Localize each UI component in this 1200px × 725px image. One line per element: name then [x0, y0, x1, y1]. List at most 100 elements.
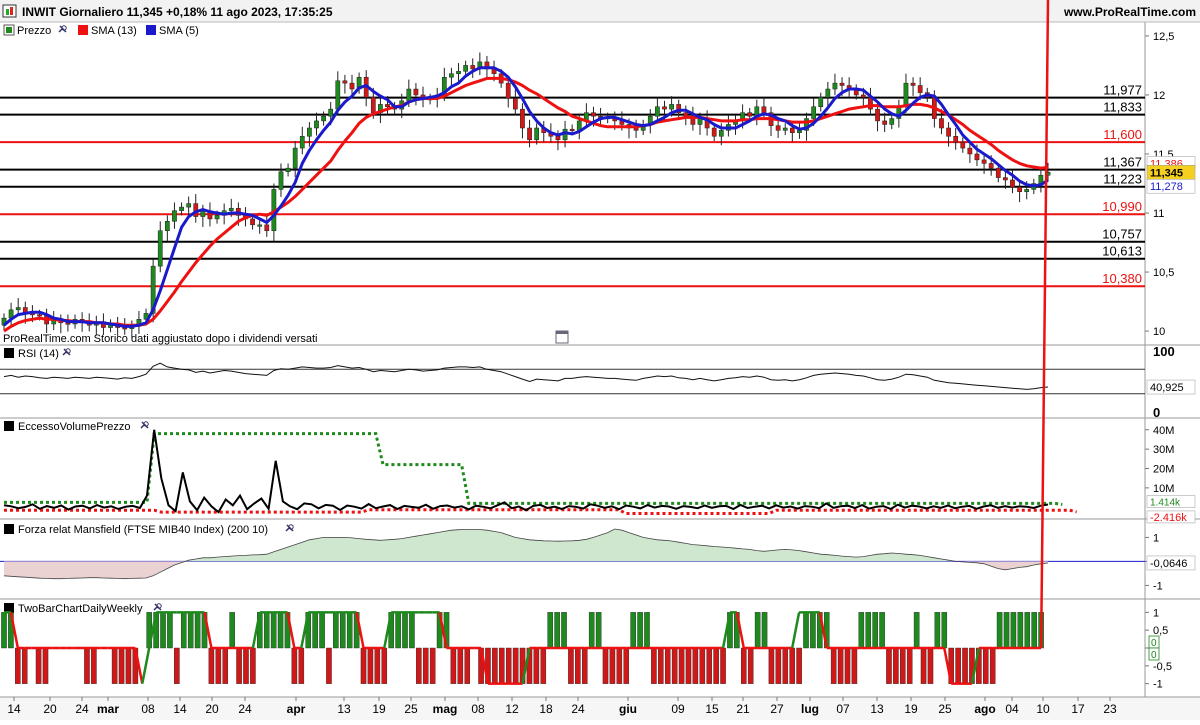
twobar-daily-bar [996, 612, 1003, 649]
candle-body [179, 206, 184, 211]
twobar-daily-bar [900, 647, 906, 684]
twobar-daily-bar [1, 612, 7, 649]
volume-title[interactable]: EccessoVolumePrezzo [4, 421, 149, 433]
candle-body [811, 106, 816, 119]
rsi-line [3, 362, 1049, 390]
legend-sma5[interactable]: SMA (5) [146, 25, 199, 37]
candle-body [832, 82, 838, 90]
x-tick-label: 04 [1005, 702, 1019, 716]
candle-body [988, 163, 994, 169]
mansfield-title[interactable]: Forza relat Mansfield (FTSE MIB40 Index)… [4, 524, 294, 536]
x-tick-label: 14 [173, 702, 187, 716]
candle-body [825, 88, 831, 98]
candle-body [15, 307, 21, 311]
candle-body [321, 115, 326, 122]
twobar-daily-bar [263, 612, 270, 649]
wrench-icon[interactable] [140, 421, 149, 429]
twobar-daily-bar [568, 647, 574, 684]
candle-body [967, 147, 973, 155]
twobar-daily-bar [671, 647, 678, 684]
twobar-daily-bar [955, 647, 961, 684]
vol-red-last-label: -2.416k [1150, 512, 1187, 524]
candle-body [555, 136, 561, 141]
twobar-daily-bar [803, 612, 809, 649]
candle-body [981, 159, 987, 164]
candle-body [406, 88, 412, 102]
wrench-icon[interactable] [58, 25, 67, 33]
twobar-daily-bar [789, 647, 795, 684]
last-price-label: 11,345 [1150, 167, 1183, 179]
twobar-daily-bar [512, 647, 519, 684]
twobar-daily-bar [125, 647, 132, 684]
candle-body [505, 82, 511, 99]
twobar-daily-bar [270, 612, 277, 649]
x-tick-label: 09 [671, 702, 685, 716]
legend-sma13[interactable]: SMA (13) [78, 25, 137, 37]
mansfield-negative-area [4, 561, 1048, 579]
wrench-icon[interactable] [62, 348, 71, 356]
wrench-icon[interactable] [285, 524, 294, 532]
twobar-daily-bar [492, 647, 498, 684]
twobar-daily-bar [319, 612, 325, 649]
candle-body [257, 224, 263, 227]
twobar-daily-bar [250, 647, 256, 684]
twobar-daily-bar [637, 612, 643, 649]
twobar-daily-bar [886, 647, 892, 684]
legend-sma5-label: SMA (5) [159, 25, 199, 37]
twobar-daily-bar [160, 612, 166, 649]
twobar-daily-bar [658, 647, 664, 684]
mansfield-title-label: Forza relat Mansfield (FTSE MIB40 Index)… [18, 524, 268, 536]
candle-body [960, 141, 966, 149]
twobar-daily-bar [678, 647, 685, 684]
twobar-weekly-segment [141, 647, 151, 684]
candle-body [250, 218, 255, 226]
candle-body [818, 97, 824, 108]
twobar-daily-bar [768, 647, 775, 684]
y-tick-label: 10 [1153, 326, 1165, 338]
candle-body [662, 106, 667, 110]
twobar-daily-bar [229, 612, 235, 649]
x-tick-label: 25 [938, 702, 952, 716]
twobar-daily-bar [775, 647, 782, 684]
x-tick-label: 12 [505, 702, 519, 716]
candle-body [633, 127, 639, 131]
candle-body [946, 127, 951, 137]
candle-body [903, 82, 909, 107]
twobar-daily-bar [754, 612, 761, 649]
candle-body [527, 127, 532, 141]
twobar-daily-bar [616, 647, 623, 684]
twobar-weekly-segment [790, 612, 801, 649]
x-tick-label: 07 [836, 702, 850, 716]
twobar-daily-bar [865, 612, 872, 649]
candle-body [370, 97, 376, 113]
candle-body [747, 112, 753, 117]
mansfield-y-tick-label: 1 [1153, 532, 1159, 544]
vol-excess-line [3, 429, 1049, 514]
twobar-daily-bar [340, 612, 346, 649]
x-tick-label: 27 [770, 702, 784, 716]
twobar-daily-bar [893, 647, 899, 684]
twobar-daily-bar [623, 647, 630, 684]
support-level-label: 10,380 [1102, 271, 1142, 286]
settings-icon[interactable] [2, 4, 17, 18]
twobar-title-label: TwoBarChartDailyWeekly [18, 603, 143, 615]
rsi-title[interactable]: RSI (14) [4, 348, 71, 360]
candle-body [1024, 189, 1030, 193]
candle-body [860, 94, 866, 98]
candle-body [974, 153, 980, 161]
twobar-title[interactable]: TwoBarChartDailyWeekly [4, 603, 162, 615]
twobar-daily-bar [84, 647, 90, 684]
rsi-last-label: 40,925 [1150, 382, 1184, 394]
twobar-daily-bar [685, 647, 692, 684]
wrench-icon[interactable] [153, 603, 162, 611]
x-tick-label: mag [433, 702, 458, 716]
candle-body [839, 82, 845, 86]
candle-body [520, 108, 525, 129]
legend-price[interactable]: Prezzo [3, 24, 67, 37]
y-tick-label: 10,5 [1153, 267, 1174, 279]
candle-body [512, 98, 518, 110]
twobar-daily-bar [941, 612, 948, 649]
twobar-daily-bar [360, 647, 367, 684]
vol-green-threshold [4, 432, 1063, 506]
twobar-daily-bar [505, 647, 512, 684]
